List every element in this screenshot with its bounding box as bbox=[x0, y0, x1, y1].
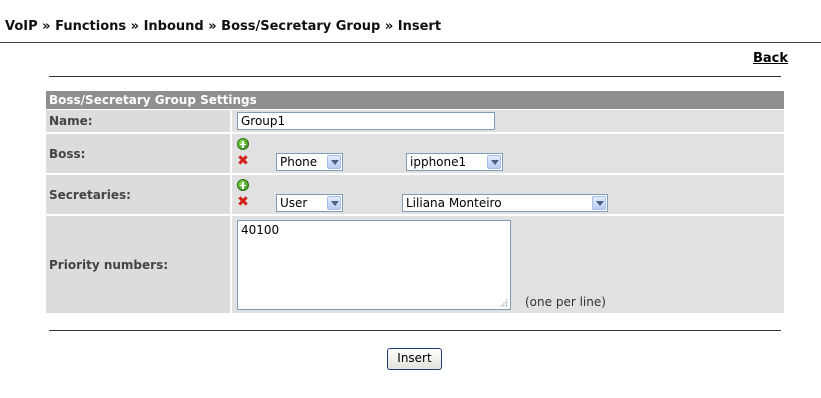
insert-button[interactable]: Insert bbox=[387, 348, 442, 370]
boss-row: Boss: ✖ Phone ipphone1 bbox=[46, 134, 784, 175]
secretaries-row: Secretaries: ✖ User Liliana Monteiro bbox=[46, 175, 784, 216]
panel-title: Boss/Secretary Group Settings bbox=[46, 91, 784, 110]
secretary-type-value: User bbox=[280, 196, 308, 210]
name-input[interactable]: Group1 bbox=[237, 112, 495, 130]
chevron-down-icon bbox=[487, 155, 501, 169]
secretary-type-select[interactable]: User bbox=[276, 194, 343, 212]
boss-label: Boss: bbox=[46, 134, 232, 173]
chevron-down-icon bbox=[327, 196, 341, 210]
boss-target-select[interactable]: ipphone1 bbox=[406, 153, 503, 171]
chevron-down-icon bbox=[592, 196, 606, 210]
boss-target-value: ipphone1 bbox=[410, 155, 467, 169]
top-divider bbox=[0, 42, 821, 43]
priority-label: Priority numbers: bbox=[46, 216, 232, 313]
boss-type-value: Phone bbox=[280, 155, 318, 169]
priority-value: 40100 bbox=[241, 223, 280, 237]
add-icon[interactable] bbox=[237, 179, 249, 191]
secretary-target-value: Liliana Monteiro bbox=[406, 196, 502, 210]
priority-numbers-textarea[interactable]: 40100 bbox=[237, 220, 511, 310]
name-row: Name: Group1 bbox=[46, 110, 784, 134]
add-icon[interactable] bbox=[237, 138, 249, 150]
chevron-down-icon bbox=[327, 155, 341, 169]
name-label: Name: bbox=[46, 110, 232, 132]
breadcrumb: VoIP » Functions » Inbound » Boss/Secret… bbox=[5, 19, 442, 34]
resize-grip-icon[interactable] bbox=[499, 298, 508, 307]
priority-row: Priority numbers: 40100 (one per line) bbox=[46, 216, 784, 313]
divider-top bbox=[49, 76, 781, 77]
delete-icon[interactable]: ✖ bbox=[237, 195, 249, 209]
secretary-target-select[interactable]: Liliana Monteiro bbox=[402, 194, 608, 212]
divider-bottom bbox=[49, 330, 781, 331]
priority-hint: (one per line) bbox=[525, 295, 606, 309]
settings-panel: Boss/Secretary Group Settings Name: Grou… bbox=[46, 91, 784, 313]
secretaries-label: Secretaries: bbox=[46, 175, 232, 214]
boss-type-select[interactable]: Phone bbox=[276, 153, 343, 171]
back-link[interactable]: Back bbox=[753, 51, 788, 66]
delete-icon[interactable]: ✖ bbox=[237, 154, 249, 168]
